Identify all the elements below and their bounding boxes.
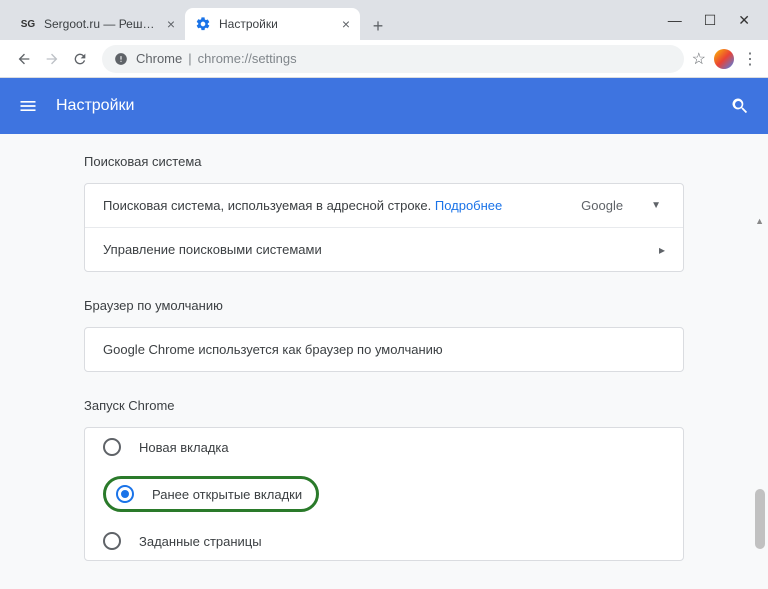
appbar-title: Настройки — [56, 97, 730, 115]
chevron-right-icon: ▸ — [659, 243, 665, 257]
reload-button[interactable] — [66, 45, 94, 73]
startup-option-continue[interactable]: Ранее открытые вкладки — [85, 466, 683, 522]
tab-title: Sergoot.ru — Решение ваших п.. — [44, 17, 161, 31]
manage-search-engines-row[interactable]: Управление поисковыми системами ▸ — [85, 227, 683, 271]
kebab-menu-icon[interactable]: ⋮ — [742, 49, 758, 69]
section-title: Браузер по умолчанию — [84, 298, 684, 327]
scroll-up-arrow[interactable]: ▲ — [755, 216, 764, 226]
forward-button[interactable] — [38, 45, 66, 73]
profile-avatar[interactable] — [714, 49, 734, 69]
minimize-button[interactable]: — — [668, 12, 682, 29]
settings-gear-icon — [195, 16, 211, 32]
section-title: Запуск Chrome — [84, 398, 684, 427]
favicon-sergoot: SG — [20, 16, 36, 32]
hamburger-menu-icon[interactable] — [18, 96, 38, 116]
search-engine-row: Поисковая система, используемая в адресн… — [85, 184, 683, 227]
learn-more-link[interactable]: Подробнее — [435, 198, 502, 213]
close-window-button[interactable]: ✕ — [738, 12, 750, 29]
scrollbar-thumb[interactable] — [755, 489, 765, 549]
omnibox-divider: | — [188, 51, 191, 66]
section-search-engine: Поисковая система Поисковая система, исп… — [84, 154, 684, 272]
radio-label: Ранее открытые вкладки — [152, 487, 302, 502]
startup-option-new-tab[interactable]: Новая вкладка — [85, 428, 683, 466]
section-on-startup: Запуск Chrome Новая вкладка Ранее открыт… — [84, 398, 684, 561]
omnibox-url: chrome://settings — [198, 51, 297, 66]
radio-unchecked-icon — [103, 532, 121, 550]
toolbar: Chrome | chrome://settings ☆ ⋮ — [0, 40, 768, 78]
radio-label: Заданные страницы — [139, 534, 262, 549]
highlight-ring: Ранее открытые вкладки — [103, 476, 319, 512]
tab-title: Настройки — [219, 17, 336, 31]
manage-engines-label: Управление поисковыми системами — [103, 242, 659, 257]
maximize-button[interactable]: ☐ — [704, 12, 717, 29]
site-info-icon[interactable] — [114, 52, 128, 66]
bookmark-star-icon[interactable]: ☆ — [692, 49, 706, 69]
tab-sergoot[interactable]: SG Sergoot.ru — Решение ваших п.. × — [10, 8, 185, 40]
omnibox-origin: Chrome — [136, 51, 182, 66]
radio-checked-icon — [116, 485, 134, 503]
tab-close-icon[interactable]: × — [342, 16, 350, 32]
back-button[interactable] — [10, 45, 38, 73]
startup-option-specific-pages[interactable]: Заданные страницы — [85, 522, 683, 560]
search-engine-dropdown[interactable]: Google ▼ — [581, 198, 665, 213]
section-default-browser: Браузер по умолчанию Google Chrome испол… — [84, 298, 684, 372]
default-browser-row: Google Chrome используется как браузер п… — [85, 328, 683, 371]
tab-close-icon[interactable]: × — [167, 16, 175, 32]
settings-appbar: Настройки — [0, 78, 768, 134]
radio-label: Новая вкладка — [139, 440, 229, 455]
default-browser-text: Google Chrome используется как браузер п… — [103, 342, 665, 357]
search-engine-label: Поисковая система, используемая в адресн… — [103, 198, 581, 213]
radio-unchecked-icon — [103, 438, 121, 456]
omnibox[interactable]: Chrome | chrome://settings — [102, 45, 684, 73]
tab-settings[interactable]: Настройки × — [185, 8, 360, 40]
window-controls: — ☐ ✕ — [650, 0, 768, 41]
dropdown-value: Google — [581, 198, 623, 213]
new-tab-button[interactable]: + — [364, 12, 392, 40]
caret-down-icon: ▼ — [651, 200, 661, 211]
settings-content[interactable]: ▲ Поисковая система Поисковая система, и… — [0, 134, 768, 589]
section-title: Поисковая система — [84, 154, 684, 183]
search-icon[interactable] — [730, 96, 750, 116]
